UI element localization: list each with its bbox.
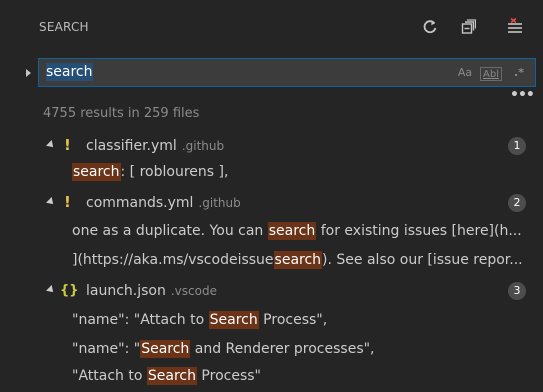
collapse-all-button[interactable] bbox=[455, 14, 481, 40]
match-after: Process" bbox=[196, 368, 261, 384]
more-search-details-button[interactable]: ••• bbox=[510, 88, 535, 102]
file-directory: .github bbox=[198, 196, 241, 210]
search-input[interactable]: search bbox=[39, 59, 439, 86]
match-row[interactable]: one as a duplicate. You can search for e… bbox=[0, 219, 543, 243]
match-row[interactable]: "name": "Attach to Search Process", bbox=[0, 308, 543, 332]
match-count-badge: 3 bbox=[508, 282, 526, 300]
result-file-row[interactable]: ! commands.yml .github 2 bbox=[0, 191, 543, 215]
collapse-all-icon bbox=[461, 19, 476, 34]
clear-results-button[interactable] bbox=[502, 14, 528, 40]
match-row[interactable]: search: [ roblourens ], bbox=[0, 160, 543, 184]
expanded-chevron-icon[interactable] bbox=[46, 197, 56, 207]
refresh-button[interactable] bbox=[417, 14, 443, 40]
result-file-row[interactable]: {} launch.json .vscode 3 bbox=[0, 279, 543, 303]
expanded-chevron-icon[interactable] bbox=[46, 285, 56, 295]
exclamation-icon: ! bbox=[64, 136, 71, 154]
match-row[interactable]: "name": "Search and Renderer processes", bbox=[0, 337, 543, 361]
match-after: for existing issues [here](h... bbox=[316, 223, 522, 239]
file-directory: .github bbox=[181, 139, 225, 153]
match-after: ). See also our [issue repor... bbox=[322, 252, 523, 268]
match-after: Process", bbox=[258, 312, 328, 328]
expanded-chevron-icon[interactable] bbox=[46, 140, 56, 150]
match-before: ](https://aka.ms/vscodeissue bbox=[72, 252, 274, 268]
chevron-right-icon bbox=[26, 69, 31, 77]
exclamation-icon: ! bbox=[64, 193, 71, 211]
match-before: one as a duplicate. You can bbox=[72, 223, 268, 239]
match-after: : [ roblourens ], bbox=[120, 164, 229, 180]
match-after: and Renderer processes", bbox=[190, 341, 375, 357]
file-directory: .vscode bbox=[170, 284, 217, 298]
braces-icon: {} bbox=[60, 283, 79, 298]
ellipsis-icon: ••• bbox=[510, 87, 535, 103]
match-highlight: Search bbox=[140, 340, 191, 358]
search-panel: SEARCH search Aa Abl .* ••• 4755 results… bbox=[0, 0, 543, 392]
match-before: "name": " bbox=[72, 341, 141, 357]
toggle-replace-button[interactable] bbox=[22, 66, 36, 80]
panel-header: SEARCH bbox=[0, 0, 543, 56]
match-before: "Attach to bbox=[72, 368, 147, 384]
match-count-badge: 2 bbox=[508, 194, 526, 212]
match-highlight: search bbox=[72, 163, 121, 181]
match-highlight: search bbox=[273, 251, 323, 269]
match-highlight: Search bbox=[146, 367, 197, 385]
file-name: commands.yml bbox=[86, 195, 194, 211]
match-highlight: Search bbox=[208, 311, 259, 329]
match-row[interactable]: "Attach to Search Process" bbox=[0, 364, 543, 388]
result-file-row[interactable]: ! classifier.yml .github 1 bbox=[0, 134, 543, 158]
panel-title: SEARCH bbox=[39, 20, 89, 34]
results-summary: 4755 results in 259 files bbox=[43, 106, 200, 121]
refresh-icon bbox=[423, 20, 437, 34]
match-highlight: search bbox=[267, 222, 317, 240]
match-count-badge: 1 bbox=[508, 137, 526, 155]
file-name: launch.json bbox=[86, 283, 166, 299]
file-name: classifier.yml bbox=[86, 138, 177, 154]
clear-results-icon bbox=[508, 18, 522, 33]
match-case-toggle[interactable]: Aa bbox=[455, 64, 475, 81]
search-box: search Aa Abl .* bbox=[38, 58, 536, 87]
search-query-text: search bbox=[46, 63, 93, 81]
whole-word-toggle[interactable]: Abl bbox=[480, 67, 502, 81]
match-before: "name": "Attach to bbox=[72, 312, 209, 328]
match-row[interactable]: ](https://aka.ms/vscodeissuesearch). See… bbox=[0, 248, 543, 272]
regex-toggle[interactable]: .* bbox=[510, 64, 528, 81]
